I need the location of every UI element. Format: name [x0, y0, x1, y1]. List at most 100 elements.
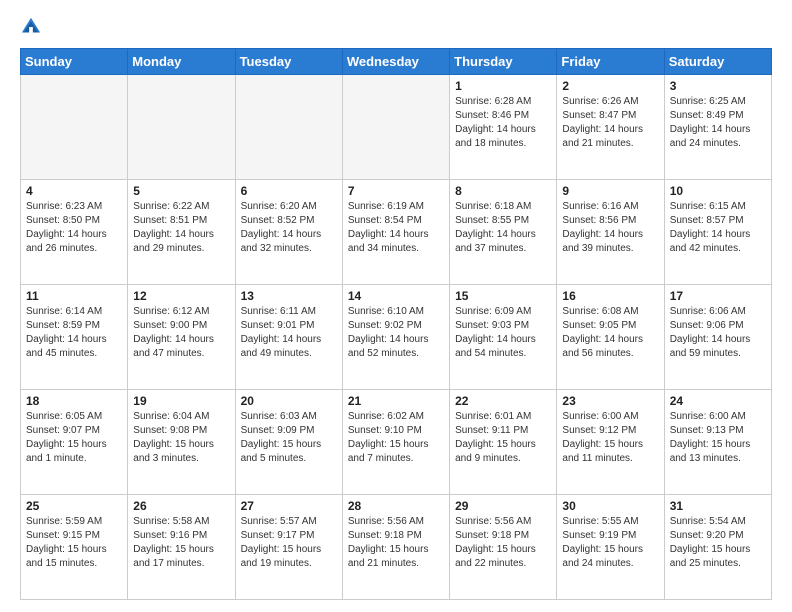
calendar-day-cell: 11 Sunrise: 6:14 AM Sunset: 8:59 PM Dayli… [21, 285, 128, 390]
day-number: 15 [455, 289, 551, 303]
day-number: 25 [26, 499, 122, 513]
day-number: 4 [26, 184, 122, 198]
day-number: 19 [133, 394, 229, 408]
calendar-day-cell: 15 Sunrise: 6:09 AM Sunset: 9:03 PM Dayli… [450, 285, 557, 390]
calendar-day-cell: 3 Sunrise: 6:25 AM Sunset: 8:49 PM Daylig… [664, 75, 771, 180]
day-info: Sunrise: 5:55 AM Sunset: 9:19 PM Dayligh… [562, 515, 658, 571]
day-info: Sunrise: 5:58 AM Sunset: 9:16 PM Dayligh… [133, 515, 229, 571]
day-number: 31 [670, 499, 766, 513]
day-number: 27 [241, 499, 337, 513]
day-number: 2 [562, 79, 658, 93]
day-info: Sunrise: 6:26 AM Sunset: 8:47 PM Dayligh… [562, 95, 658, 151]
calendar-day-cell [235, 75, 342, 180]
calendar-day-cell: 18Sunrise: 6:05 AM Sunset: 9:07 PM Dayli… [21, 390, 128, 495]
weekday-header-wednesday: Wednesday [342, 49, 449, 75]
day-number: 21 [348, 394, 444, 408]
calendar-day-cell: 14Sunrise: 6:10 AM Sunset: 9:02 PM Dayli… [342, 285, 449, 390]
day-info: Sunrise: 6:14 AM Sunset: 8:59 PM Dayligh… [26, 305, 122, 361]
calendar-day-cell: 17 Sunrise: 6:06 AM Sunset: 9:06 PM Dayli… [664, 285, 771, 390]
calendar-day-cell: 6Sunrise: 6:20 AM Sunset: 8:52 PM Daylig… [235, 180, 342, 285]
day-number: 23 [562, 394, 658, 408]
weekday-header-tuesday: Tuesday [235, 49, 342, 75]
day-info: Sunrise: 6:05 AM Sunset: 9:07 PM Dayligh… [26, 410, 122, 466]
calendar-day-cell: 29 Sunrise: 5:56 AM Sunset: 9:18 PM Dayli… [450, 495, 557, 600]
weekday-header-sunday: Sunday [21, 49, 128, 75]
day-number: 28 [348, 499, 444, 513]
day-number: 5 [133, 184, 229, 198]
logo [20, 16, 46, 38]
day-info: Sunrise: 6:03 AM Sunset: 9:09 PM Dayligh… [241, 410, 337, 466]
calendar-day-cell: 20 Sunrise: 6:03 AM Sunset: 9:09 PM Dayli… [235, 390, 342, 495]
day-number: 10 [670, 184, 766, 198]
calendar-day-cell: 19 Sunrise: 6:04 AM Sunset: 9:08 PM Dayli… [128, 390, 235, 495]
day-info: Sunrise: 5:56 AM Sunset: 9:18 PM Dayligh… [348, 515, 444, 571]
day-number: 12 [133, 289, 229, 303]
calendar-day-cell: 5Sunrise: 6:22 AM Sunset: 8:51 PM Daylig… [128, 180, 235, 285]
day-info: Sunrise: 6:25 AM Sunset: 8:49 PM Dayligh… [670, 95, 766, 151]
calendar-day-cell: 1 Sunrise: 6:28 AM Sunset: 8:46 PM Daylig… [450, 75, 557, 180]
calendar-week-row: 25 Sunrise: 5:59 AM Sunset: 9:15 PM Dayli… [21, 495, 772, 600]
calendar-day-cell: 13Sunrise: 6:11 AM Sunset: 9:01 PM Dayli… [235, 285, 342, 390]
day-info: Sunrise: 6:11 AM Sunset: 9:01 PM Dayligh… [241, 305, 337, 361]
day-info: Sunrise: 6:01 AM Sunset: 9:11 PM Dayligh… [455, 410, 551, 466]
calendar-week-row: 18Sunrise: 6:05 AM Sunset: 9:07 PM Dayli… [21, 390, 772, 495]
calendar-day-cell: 22Sunrise: 6:01 AM Sunset: 9:11 PM Dayli… [450, 390, 557, 495]
day-number: 7 [348, 184, 444, 198]
calendar-day-cell [342, 75, 449, 180]
day-info: Sunrise: 6:19 AM Sunset: 8:54 PM Dayligh… [348, 200, 444, 256]
day-number: 11 [26, 289, 122, 303]
day-info: Sunrise: 6:16 AM Sunset: 8:56 PM Dayligh… [562, 200, 658, 256]
day-number: 20 [241, 394, 337, 408]
calendar-day-cell: 24Sunrise: 6:00 AM Sunset: 9:13 PM Dayli… [664, 390, 771, 495]
calendar-day-cell: 25 Sunrise: 5:59 AM Sunset: 9:15 PM Dayli… [21, 495, 128, 600]
day-number: 1 [455, 79, 551, 93]
day-info: Sunrise: 5:57 AM Sunset: 9:17 PM Dayligh… [241, 515, 337, 571]
weekday-header-saturday: Saturday [664, 49, 771, 75]
day-info: Sunrise: 6:12 AM Sunset: 9:00 PM Dayligh… [133, 305, 229, 361]
calendar-day-cell [21, 75, 128, 180]
day-info: Sunrise: 6:08 AM Sunset: 9:05 PM Dayligh… [562, 305, 658, 361]
calendar-table: SundayMondayTuesdayWednesdayThursdayFrid… [20, 48, 772, 600]
logo-icon [20, 16, 42, 38]
day-info: Sunrise: 6:04 AM Sunset: 9:08 PM Dayligh… [133, 410, 229, 466]
day-number: 30 [562, 499, 658, 513]
day-number: 29 [455, 499, 551, 513]
day-number: 14 [348, 289, 444, 303]
day-info: Sunrise: 6:23 AM Sunset: 8:50 PM Dayligh… [26, 200, 122, 256]
day-info: Sunrise: 6:09 AM Sunset: 9:03 PM Dayligh… [455, 305, 551, 361]
day-number: 17 [670, 289, 766, 303]
day-info: Sunrise: 5:56 AM Sunset: 9:18 PM Dayligh… [455, 515, 551, 571]
calendar-day-cell: 30 Sunrise: 5:55 AM Sunset: 9:19 PM Dayli… [557, 495, 664, 600]
page: SundayMondayTuesdayWednesdayThursdayFrid… [0, 0, 792, 612]
calendar-day-cell [128, 75, 235, 180]
day-info: Sunrise: 6:02 AM Sunset: 9:10 PM Dayligh… [348, 410, 444, 466]
weekday-header-monday: Monday [128, 49, 235, 75]
calendar-day-cell: 10 Sunrise: 6:15 AM Sunset: 8:57 PM Dayli… [664, 180, 771, 285]
day-info: Sunrise: 6:00 AM Sunset: 9:12 PM Dayligh… [562, 410, 658, 466]
day-number: 16 [562, 289, 658, 303]
calendar-day-cell: 23 Sunrise: 6:00 AM Sunset: 9:12 PM Dayli… [557, 390, 664, 495]
day-number: 26 [133, 499, 229, 513]
header [20, 16, 772, 38]
day-info: Sunrise: 6:20 AM Sunset: 8:52 PM Dayligh… [241, 200, 337, 256]
day-number: 8 [455, 184, 551, 198]
calendar-day-cell: 27 Sunrise: 5:57 AM Sunset: 9:17 PM Dayli… [235, 495, 342, 600]
calendar-week-row: 1 Sunrise: 6:28 AM Sunset: 8:46 PM Daylig… [21, 75, 772, 180]
day-info: Sunrise: 6:18 AM Sunset: 8:55 PM Dayligh… [455, 200, 551, 256]
day-info: Sunrise: 6:15 AM Sunset: 8:57 PM Dayligh… [670, 200, 766, 256]
calendar-day-cell: 7 Sunrise: 6:19 AM Sunset: 8:54 PM Daylig… [342, 180, 449, 285]
calendar-day-cell: 26 Sunrise: 5:58 AM Sunset: 9:16 PM Dayli… [128, 495, 235, 600]
calendar-day-cell: 31Sunrise: 5:54 AM Sunset: 9:20 PM Dayli… [664, 495, 771, 600]
calendar-day-cell: 16 Sunrise: 6:08 AM Sunset: 9:05 PM Dayli… [557, 285, 664, 390]
weekday-header-thursday: Thursday [450, 49, 557, 75]
calendar-day-cell: 2 Sunrise: 6:26 AM Sunset: 8:47 PM Daylig… [557, 75, 664, 180]
day-info: Sunrise: 5:59 AM Sunset: 9:15 PM Dayligh… [26, 515, 122, 571]
day-number: 24 [670, 394, 766, 408]
calendar-day-cell: 8 Sunrise: 6:18 AM Sunset: 8:55 PM Daylig… [450, 180, 557, 285]
calendar-day-cell: 28 Sunrise: 5:56 AM Sunset: 9:18 PM Dayli… [342, 495, 449, 600]
weekday-header-row: SundayMondayTuesdayWednesdayThursdayFrid… [21, 49, 772, 75]
day-info: Sunrise: 6:28 AM Sunset: 8:46 PM Dayligh… [455, 95, 551, 151]
calendar-day-cell: 4 Sunrise: 6:23 AM Sunset: 8:50 PM Daylig… [21, 180, 128, 285]
day-info: Sunrise: 6:06 AM Sunset: 9:06 PM Dayligh… [670, 305, 766, 361]
day-number: 3 [670, 79, 766, 93]
